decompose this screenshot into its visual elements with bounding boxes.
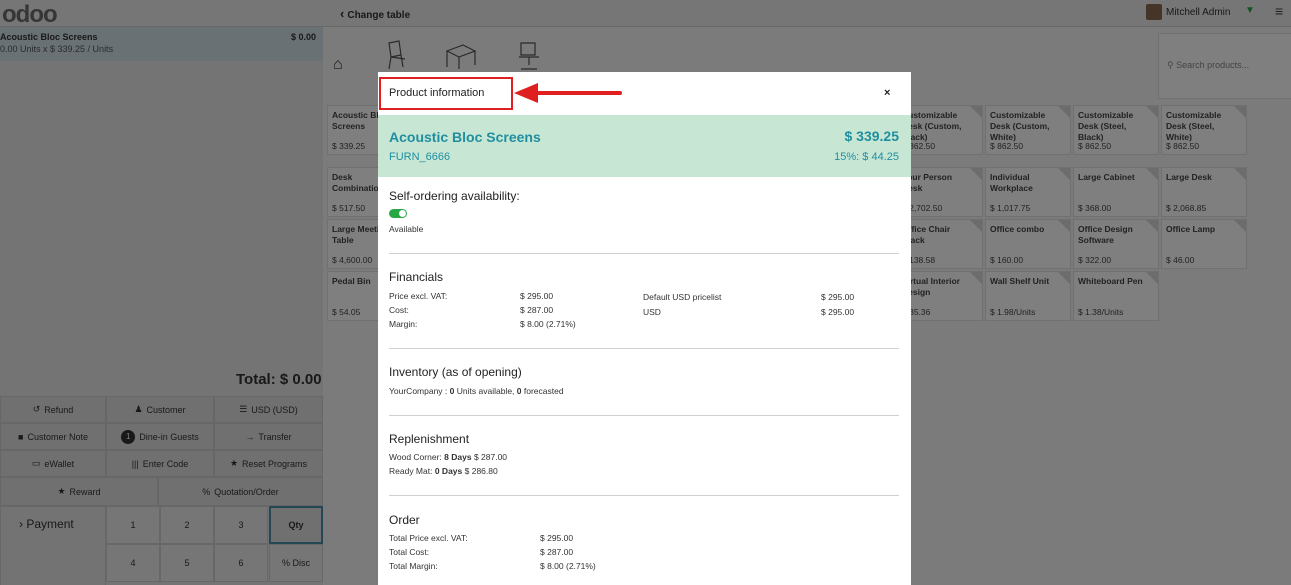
vendor-price: $ 287.00	[473, 452, 508, 462]
pricelist-label: Default USD pricelist	[643, 292, 722, 302]
divider	[389, 253, 899, 254]
order-cost: $ 287.00	[540, 547, 574, 557]
vendor-name: Ready Mat:	[389, 466, 433, 476]
usd-label: USD	[643, 307, 661, 317]
inventory-forecast-qty: 0	[516, 386, 522, 396]
vendor-name: Wood Corner:	[389, 452, 442, 462]
pos-screen: odoo ‹Change table Mitchell Admin ▼ ≡ Ac…	[0, 0, 1291, 585]
order-margin-label: Total Margin:	[389, 561, 438, 571]
replenishment-row: Ready Mat: 0 Days $ 286.80	[389, 466, 498, 476]
inventory-available-label: Units available,	[456, 386, 515, 396]
dialog-header: Product information ×	[378, 72, 911, 115]
order-price-label: Total Price excl. VAT:	[389, 533, 468, 543]
close-icon[interactable]: ×	[884, 87, 890, 99]
fin-price: $ 295.00	[520, 291, 554, 301]
financials-title: Financials	[389, 270, 444, 284]
fin-price-label: Price excl. VAT:	[389, 291, 448, 301]
inventory-available-qty: 0	[449, 386, 455, 396]
order-cost-label: Total Cost:	[389, 547, 430, 557]
inventory-line: YourCompany : 0 Units available, 0 forec…	[389, 386, 564, 396]
vendor-days: 8 Days	[444, 452, 472, 462]
divider	[389, 415, 899, 416]
pricelist-value: $ 295.00	[821, 292, 855, 302]
replenishment-row: Wood Corner: 8 Days $ 287.00	[389, 452, 507, 462]
fin-cost: $ 287.00	[520, 305, 554, 315]
product-price: $ 339.25	[844, 128, 900, 144]
inventory-title: Inventory (as of opening)	[389, 365, 522, 379]
availability-title: Self-ordering availability:	[389, 189, 520, 203]
dialog-title: Product information	[389, 87, 485, 99]
product-name: Acoustic Bloc Screens	[389, 129, 541, 145]
fin-margin: $ 8.00 (2.71%)	[520, 319, 576, 329]
order-margin: $ 8.00 (2.71%)	[540, 561, 596, 571]
fin-cost-label: Cost:	[389, 305, 409, 315]
product-tax: 15%: $ 44.25	[834, 151, 899, 163]
product-code: FURN_6666	[389, 151, 451, 163]
fin-margin-label: Margin:	[389, 319, 418, 329]
divider	[389, 348, 899, 349]
order-title: Order	[389, 513, 420, 527]
availability-toggle[interactable]	[389, 209, 407, 218]
replenishment-title: Replenishment	[389, 432, 470, 446]
inventory-forecast-label: forecasted	[523, 386, 564, 396]
order-price: $ 295.00	[540, 533, 574, 543]
vendor-days: 0 Days	[434, 466, 463, 476]
product-banner: Acoustic Bloc Screens $ 339.25 FURN_6666…	[378, 115, 911, 177]
divider	[389, 495, 899, 496]
inventory-company: YourCompany :	[389, 386, 448, 396]
usd-value: $ 295.00	[821, 307, 855, 317]
vendor-price: $ 286.80	[464, 466, 498, 476]
red-arrow-annotation	[514, 83, 622, 103]
availability-status: Available	[389, 224, 424, 234]
product-info-dialog: Product information × Acoustic Bloc Scre…	[378, 72, 911, 585]
